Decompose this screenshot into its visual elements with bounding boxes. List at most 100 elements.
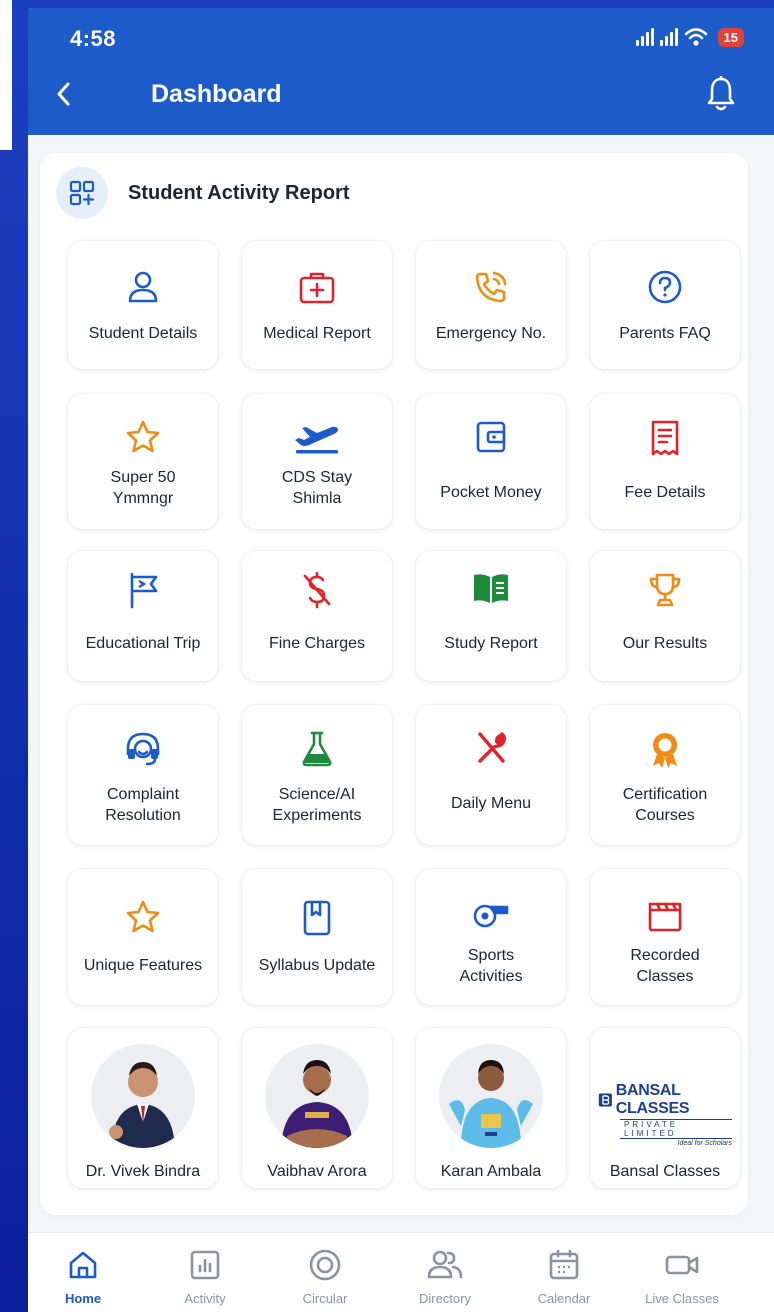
home-icon xyxy=(28,1247,138,1283)
calendar-icon xyxy=(509,1247,619,1283)
nav-activity[interactable]: Activity xyxy=(150,1247,260,1306)
bookmark-book-icon xyxy=(300,899,334,942)
tile-educational-trip[interactable]: Educational Trip xyxy=(68,551,218,681)
first-aid-kit-icon xyxy=(298,269,336,310)
tile-label: Recorded Classes xyxy=(630,947,700,985)
tile-label: Complaint Resolution xyxy=(105,786,181,824)
tile-vaibhav-arora[interactable]: Vaibhav Arora xyxy=(242,1028,392,1188)
tile-certification-courses[interactable]: Certification Courses xyxy=(590,705,740,845)
back-arrow-icon[interactable] xyxy=(52,80,76,108)
no-money-icon xyxy=(299,571,335,614)
question-circle-icon xyxy=(647,269,683,310)
nav-calendar[interactable]: Calendar xyxy=(509,1247,619,1306)
tile-student-details[interactable]: Student Details xyxy=(68,241,218,369)
tile-label: Medical Report xyxy=(263,325,371,342)
status-time: 4:58 xyxy=(70,26,117,51)
tile-medical-report[interactable]: Medical Report xyxy=(242,241,392,369)
logo-sub-text: PRIVATE LIMITED xyxy=(620,1119,732,1139)
wallet-icon xyxy=(473,419,509,460)
wifi-icon xyxy=(684,28,707,46)
headset-icon xyxy=(124,730,162,773)
avatar xyxy=(439,1044,543,1148)
open-book-icon xyxy=(471,571,511,610)
target-circle-icon xyxy=(270,1247,380,1283)
tile-label: CDS Stay Shimla xyxy=(281,469,353,507)
video-camera-icon xyxy=(627,1247,737,1283)
phone-screen: 4:58 15 Dashboard Student Activity Repor… xyxy=(28,8,774,1312)
section-icon xyxy=(56,167,108,219)
tile-label: Dr. Vivek Bindra xyxy=(85,1163,201,1180)
logo-main-text: BANSAL CLASSES xyxy=(615,1082,690,1117)
nav-label: Activity xyxy=(184,1291,226,1306)
tile-label: Student Details xyxy=(88,325,198,342)
tile-cds-stay-shimla[interactable]: CDS Stay Shimla xyxy=(242,394,392,529)
tile-label: Bansal Classes xyxy=(609,1163,721,1180)
tile-daily-menu[interactable]: Daily Menu xyxy=(416,705,566,845)
tile-label: Syllabus Update xyxy=(258,957,376,974)
users-icon xyxy=(390,1247,500,1283)
tile-bansal-classes[interactable]: BANSAL CLASSES PRIVATE LIMITED Ideal for… xyxy=(590,1028,740,1188)
tile-label: Parents FAQ xyxy=(619,325,711,342)
tile-dr-vivek-bindra[interactable]: Dr. Vivek Bindra xyxy=(68,1028,218,1188)
avatar xyxy=(265,1044,369,1148)
grid-plus-icon xyxy=(69,180,95,206)
tile-fee-details[interactable]: Fee Details xyxy=(590,394,740,529)
nav-live-classes[interactable]: Live Classes xyxy=(627,1247,737,1306)
tile-label: Karan Ambala xyxy=(440,1163,542,1180)
tile-label: Emergency No. xyxy=(435,325,547,342)
tile-label: Daily Menu xyxy=(450,795,532,812)
receipt-icon xyxy=(648,419,682,462)
tile-parents-faq[interactable]: Parents FAQ xyxy=(590,241,740,369)
signal-icon-secondary xyxy=(659,28,678,46)
signal-icon xyxy=(635,28,654,46)
app-header: 4:58 15 Dashboard xyxy=(28,8,774,135)
tile-study-report[interactable]: Study Report xyxy=(416,551,566,681)
tile-science-ai-experiments[interactable]: Science/AI Experiments xyxy=(242,705,392,845)
tile-pocket-money[interactable]: Pocket Money xyxy=(416,394,566,529)
airplane-takeoff-icon xyxy=(292,419,342,460)
tile-label: Vaibhav Arora xyxy=(267,1163,367,1180)
trophy-icon xyxy=(646,571,684,614)
bar-chart-icon xyxy=(150,1247,260,1283)
battery-indicator: 15 xyxy=(717,27,744,47)
section-header: Student Activity Report xyxy=(56,167,350,219)
activity-report-card: Student Activity Report Student Details M… xyxy=(40,153,748,1215)
tile-unique-features[interactable]: Unique Features xyxy=(68,869,218,1005)
tile-label: Fine Charges xyxy=(268,635,366,652)
tile-label: Sports Activities xyxy=(459,947,523,985)
avatar xyxy=(91,1044,195,1148)
star-outline-icon xyxy=(124,419,162,460)
tile-super-50-ymmngr[interactable]: Super 50 Ymmngr xyxy=(68,394,218,529)
nav-label: Circular xyxy=(302,1291,348,1306)
nav-directory[interactable]: Directory xyxy=(390,1247,500,1306)
tile-label: Pocket Money xyxy=(440,484,542,501)
user-icon xyxy=(125,269,161,310)
tile-sports-activities[interactable]: Sports Activities xyxy=(416,869,566,1005)
bottom-navigation: Home Activity Circular Directory Calenda… xyxy=(28,1232,774,1312)
tile-label: Fee Details xyxy=(624,484,706,501)
tile-label: Educational Trip xyxy=(85,635,201,652)
star-outline-icon xyxy=(124,899,162,940)
nav-label: Calendar xyxy=(537,1291,591,1306)
section-title: Student Activity Report xyxy=(128,181,350,204)
tile-recorded-classes[interactable]: Recorded Classes xyxy=(590,869,740,1005)
tile-our-results[interactable]: Our Results xyxy=(590,551,740,681)
tile-label: Study Report xyxy=(444,635,538,652)
logo-tagline: Ideal for Scholars xyxy=(677,1140,732,1147)
tile-karan-ambala[interactable]: Karan Ambala xyxy=(416,1028,566,1188)
bansal-classes-logo: BANSAL CLASSES PRIVATE LIMITED Ideal for… xyxy=(598,1082,732,1147)
background-panel-edge xyxy=(0,0,12,150)
tile-label: Super 50 Ymmngr xyxy=(110,469,176,507)
notification-bell-icon[interactable] xyxy=(706,76,736,112)
nav-circular[interactable]: Circular xyxy=(270,1247,380,1306)
fork-spoon-icon xyxy=(473,730,509,771)
flask-icon xyxy=(299,730,335,773)
tile-complaint-resolution[interactable]: Complaint Resolution xyxy=(68,705,218,845)
nav-label: Live Classes xyxy=(645,1291,719,1306)
award-badge-icon xyxy=(647,730,683,775)
tile-emergency-no[interactable]: Emergency No. xyxy=(416,241,566,369)
tile-fine-charges[interactable]: Fine Charges xyxy=(242,551,392,681)
clapperboard-icon xyxy=(646,899,684,938)
tile-syllabus-update[interactable]: Syllabus Update xyxy=(242,869,392,1005)
nav-home[interactable]: Home xyxy=(28,1247,138,1306)
